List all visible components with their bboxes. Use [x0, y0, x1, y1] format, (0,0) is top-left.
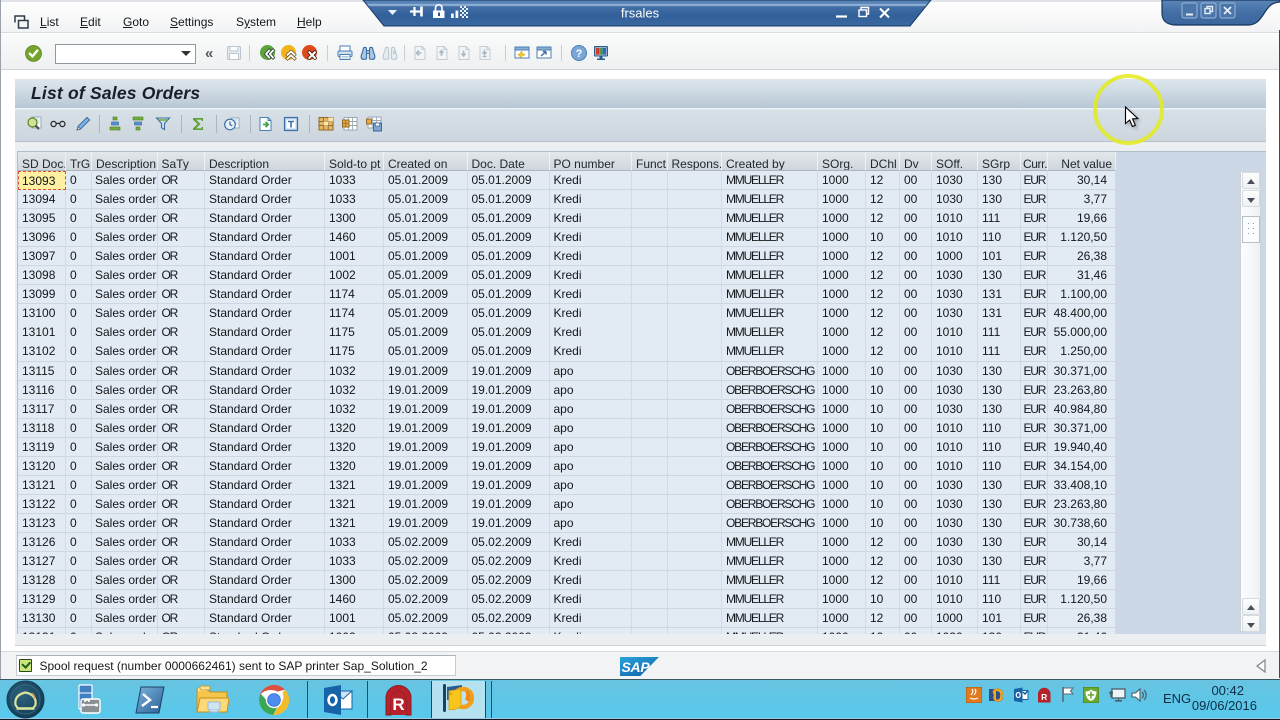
svg-text:R: R — [1041, 692, 1047, 702]
svg-text:frsales: frsales — [621, 6, 660, 21]
svg-text:R: R — [392, 695, 404, 714]
